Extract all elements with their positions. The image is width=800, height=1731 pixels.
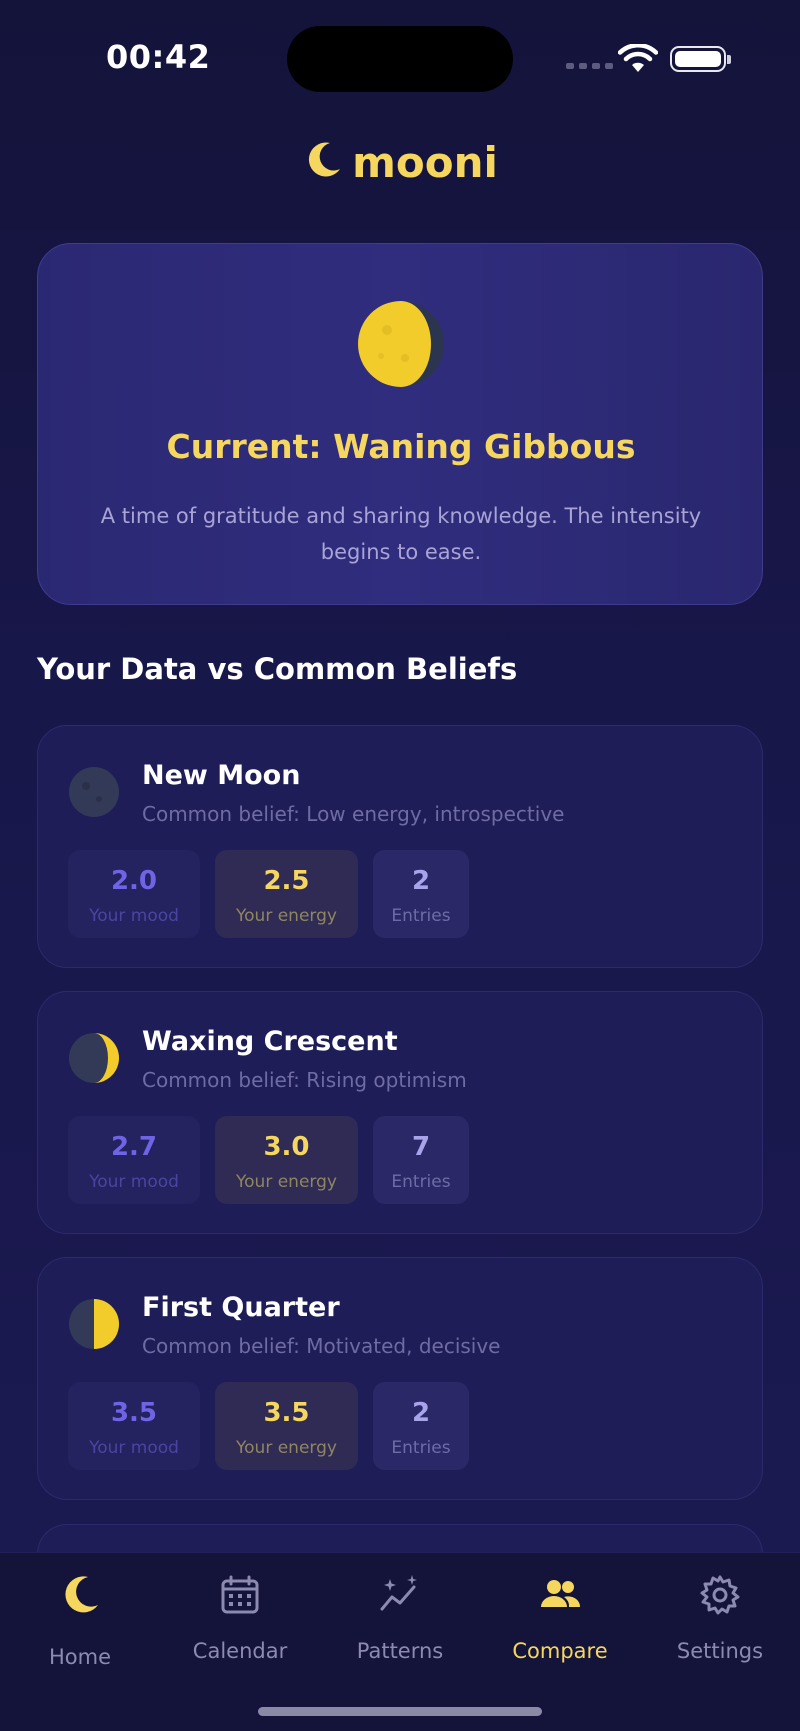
entries-value: 7	[411, 1132, 431, 1162]
energy-stat: 3.0 Your energy	[215, 1116, 358, 1204]
tab-settings[interactable]: Settings	[640, 1573, 800, 1683]
energy-value: 3.0	[263, 1132, 310, 1162]
entries-stat: 7 Entries	[373, 1116, 469, 1204]
current-phase-card: Current: Waning Gibbous A time of gratit…	[37, 243, 763, 605]
energy-label: Your energy	[236, 1172, 337, 1192]
tab-label: Settings	[676, 1639, 764, 1663]
screen: 00:42 mooni Current: Waning Gibbous A ti…	[0, 0, 800, 1731]
entries-label: Entries	[391, 1172, 451, 1192]
entries-value: 2	[411, 1398, 431, 1428]
gear-icon	[700, 1575, 740, 1615]
mood-value: 2.7	[110, 1132, 158, 1162]
phase-name: Waxing Crescent	[142, 1026, 398, 1057]
entries-label: Entries	[391, 906, 451, 926]
dynamic-island	[287, 26, 513, 92]
phase-row-waxing-crescent[interactable]: Waxing Crescent Common belief: Rising op…	[37, 991, 763, 1234]
phase-belief: Common belief: Low energy, introspective	[142, 802, 565, 826]
waxing-crescent-moon-icon	[69, 1033, 119, 1083]
mood-stat: 3.5 Your mood	[68, 1382, 200, 1470]
phase-name: First Quarter	[142, 1292, 340, 1323]
section-title: Your Data vs Common Beliefs	[37, 652, 518, 686]
tab-label: Calendar	[192, 1639, 288, 1663]
waning-gibbous-moon-icon	[358, 301, 444, 387]
calendar-icon	[221, 1575, 259, 1614]
energy-stat: 2.5 Your energy	[215, 850, 358, 938]
mood-stat: 2.0 Your mood	[68, 850, 200, 938]
energy-label: Your energy	[236, 1438, 337, 1458]
tab-label: Home	[48, 1645, 111, 1669]
phase-name: New Moon	[142, 760, 301, 791]
phase-belief: Common belief: Motivated, decisive	[142, 1334, 501, 1358]
crescent-moon-icon	[65, 1576, 98, 1613]
current-phase-description: A time of gratitude and sharing knowledg…	[100, 504, 702, 564]
tab-bar: Home Calendar Patterns Compare Settings	[0, 1552, 800, 1731]
mood-label: Your mood	[89, 1172, 179, 1192]
app-title: mooni	[352, 138, 498, 187]
tab-patterns[interactable]: Patterns	[320, 1573, 480, 1683]
mood-label: Your mood	[89, 1438, 179, 1458]
mood-stat: 2.7 Your mood	[68, 1116, 200, 1204]
status-time: 00:42	[106, 38, 211, 76]
phase-belief: Common belief: Rising optimism	[142, 1068, 467, 1092]
energy-stat: 3.5 Your energy	[215, 1382, 358, 1470]
energy-label: Your energy	[236, 906, 337, 926]
sparkle-chart-icon	[380, 1575, 417, 1611]
phase-row-first-quarter[interactable]: First Quarter Common belief: Motivated, …	[37, 1257, 763, 1500]
wifi-icon	[618, 44, 658, 72]
current-phase-title: Current: Waning Gibbous	[166, 427, 636, 466]
people-icon	[541, 1580, 581, 1607]
first-quarter-moon-icon	[69, 1299, 119, 1349]
mood-label: Your mood	[89, 906, 179, 926]
tab-label: Patterns	[356, 1639, 444, 1663]
tab-label: Compare	[512, 1639, 608, 1663]
mood-value: 3.5	[110, 1398, 158, 1428]
entries-stat: 2 Entries	[373, 1382, 469, 1470]
entries-stat: 2 Entries	[373, 850, 469, 938]
energy-value: 3.5	[263, 1398, 310, 1428]
tab-home[interactable]: Home	[0, 1573, 160, 1683]
phase-row-new-moon[interactable]: New Moon Common belief: Low energy, intr…	[37, 725, 763, 968]
entries-value: 2	[411, 866, 431, 896]
battery-icon	[670, 46, 731, 72]
app-header: mooni	[0, 138, 800, 187]
home-indicator	[258, 1707, 542, 1716]
entries-label: Entries	[391, 1438, 451, 1458]
status-bar: 00:42	[0, 0, 800, 110]
crescent-moon-icon	[309, 142, 341, 177]
cellular-signal-icon	[566, 63, 613, 69]
energy-value: 2.5	[263, 866, 310, 896]
tab-calendar[interactable]: Calendar	[160, 1573, 320, 1683]
new-moon-icon	[69, 767, 119, 817]
mood-value: 2.0	[110, 866, 158, 896]
tab-compare[interactable]: Compare	[480, 1573, 640, 1683]
